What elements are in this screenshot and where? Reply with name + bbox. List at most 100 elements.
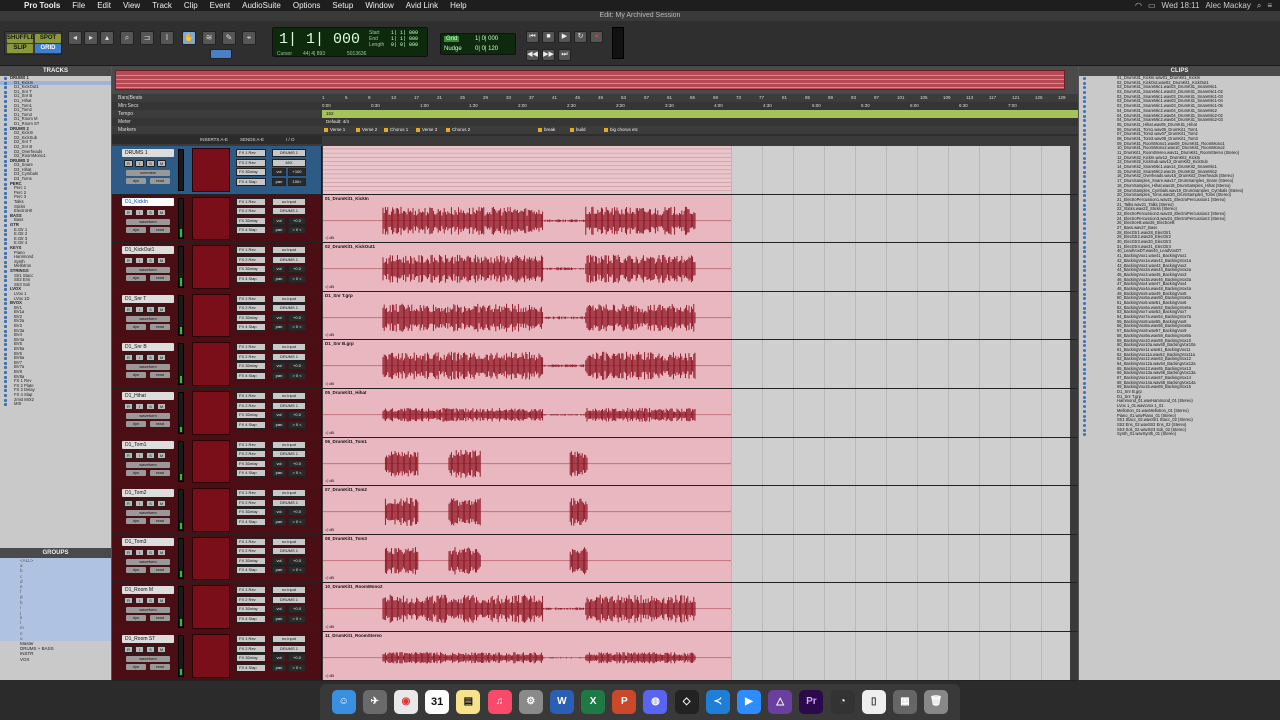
automation-mode-selector[interactable]: read — [150, 226, 170, 233]
track-view-selector[interactable]: waveform — [126, 558, 170, 565]
input-selector[interactable]: no input — [272, 392, 306, 400]
volume-value[interactable]: +0.0 — [288, 459, 306, 468]
search-icon[interactable]: ⌕ — [1257, 1, 1261, 11]
battery-icon[interactable]: ▭ — [1148, 1, 1156, 10]
pro-tools-icon[interactable]: △ — [768, 690, 793, 714]
inserts-slots[interactable] — [192, 293, 230, 338]
elastic-selector[interactable]: dyn — [126, 226, 146, 233]
input-selector[interactable]: DRUMS 1 — [272, 149, 306, 157]
send-slot[interactable]: FX 1 Rev — [236, 149, 266, 157]
volume-value[interactable]: +0.0 — [288, 411, 306, 419]
send-slot[interactable]: FX 4 Slap — [236, 371, 266, 380]
track-name[interactable]: D1_Hihat — [122, 392, 174, 400]
volume-value[interactable]: +0.0 — [288, 605, 306, 614]
menu-event[interactable]: Event — [204, 1, 236, 10]
launchpad-icon[interactable]: ✈ — [362, 690, 387, 714]
send-slot[interactable]: FX 1 Rev — [236, 635, 266, 643]
clip-list-item[interactable]: Synth_01.wavSynth_01 (Stereo) — [1079, 432, 1280, 437]
zoom-out-icon[interactable]: ◂ — [68, 31, 82, 45]
track-name[interactable]: D1_KickIn — [122, 197, 174, 206]
volume-value[interactable]: +100 — [288, 168, 306, 176]
elastic-selector[interactable]: dyn — [126, 518, 146, 525]
mute-button[interactable]: M — [157, 160, 166, 167]
volume-value[interactable]: +0.0 — [288, 362, 306, 371]
mode-shuffle[interactable]: SHUFFLE — [7, 34, 35, 43]
record-enable-button[interactable]: R — [124, 451, 133, 459]
track-list-item[interactable]: MIX — [0, 402, 111, 407]
elastic-selector[interactable]: dyn — [126, 178, 146, 184]
zoom-in-icon[interactable]: ▸ — [84, 31, 98, 45]
track-view-selector[interactable]: overview — [126, 170, 170, 176]
track-view-selector[interactable]: waveform — [126, 461, 170, 468]
solo-button[interactable]: S — [146, 257, 155, 265]
nudge-value[interactable]: 0| 0| 120 — [475, 46, 498, 52]
track-view-selector[interactable]: waveform — [126, 656, 170, 662]
record-enable-button[interactable]: R — [124, 208, 133, 216]
send-slot[interactable]: FX 3Delay — [236, 508, 266, 517]
send-slot[interactable]: FX 4 Slap — [236, 226, 266, 235]
calendar-icon[interactable]: 31 — [425, 690, 450, 714]
pan-value[interactable]: > 0 < — [288, 420, 306, 429]
track-name[interactable]: DRUMS 1 — [122, 149, 174, 157]
chrome-icon[interactable]: ◉ — [393, 690, 418, 714]
solo-button[interactable]: S — [146, 451, 155, 459]
send-slot[interactable]: FX 2 Rev — [236, 401, 266, 410]
pan-value[interactable]: > 0 < — [288, 274, 306, 283]
menu-track[interactable]: Track — [146, 1, 178, 10]
record-enable-button[interactable]: R — [124, 500, 133, 508]
input-monitor-button[interactable]: I — [135, 208, 144, 216]
send-slot[interactable]: FX 2 Rev — [236, 644, 266, 653]
volume-value[interactable]: +0.0 — [288, 265, 306, 274]
scrubber-tool-icon[interactable]: ≋ — [202, 31, 216, 45]
universe-overview[interactable] — [112, 66, 1078, 94]
marker[interactable]: Verse 3 — [416, 127, 437, 133]
menu-setup[interactable]: Setup — [326, 1, 359, 10]
input-monitor-button[interactable]: I — [135, 548, 144, 556]
meter-value[interactable]: Default: 4/4 — [326, 118, 349, 126]
send-slot[interactable]: FX 4 Slap — [236, 517, 266, 526]
volume-value[interactable]: +0.0 — [288, 556, 306, 565]
track-playlist[interactable]: 08_DrumKit1_Tom3 ◁ dB — [323, 534, 731, 583]
menu-file[interactable]: File — [66, 1, 91, 10]
send-slot[interactable]: FX 3Delay — [236, 605, 266, 614]
solo-button[interactable]: S — [146, 305, 155, 313]
solo-button[interactable]: S — [146, 208, 155, 216]
elastic-selector[interactable]: dyn — [126, 664, 146, 670]
track-view-selector[interactable]: waveform — [126, 413, 170, 419]
track-empty-area[interactable] — [731, 243, 1070, 291]
record-icon[interactable]: ● — [590, 31, 603, 43]
elastic-selector[interactable]: dyn — [126, 469, 146, 476]
bars-ruler[interactable]: Bars|Beats 1 5 9 13 17 21 25 29 33 37 41 45 49 53 57 61… — [112, 94, 1078, 102]
send-slot[interactable]: FX 1 Rev — [236, 294, 266, 303]
send-slot[interactable]: FX 2 Rev — [236, 595, 266, 604]
input-selector[interactable]: no input — [272, 197, 306, 206]
solo-button[interactable]: S — [146, 548, 155, 556]
track-empty-area[interactable] — [731, 534, 1070, 583]
menu-view[interactable]: View — [117, 1, 146, 10]
send-slot[interactable]: FX 4 Slap — [236, 420, 266, 429]
mode-spot[interactable]: SPOT — [35, 34, 61, 43]
menu-avid-link[interactable]: Avid Link — [400, 1, 444, 10]
track-empty-area[interactable] — [731, 291, 1070, 340]
record-enable-button[interactable]: R — [124, 354, 133, 362]
track-name[interactable]: D1_Tom3 — [122, 537, 174, 546]
document-icon[interactable]: ▯ — [861, 690, 886, 714]
track[interactable]: D1_Tom3 R I S Mwaveform dyn read FX 1 Rev FX 2 R… — [112, 534, 1078, 584]
input-selector[interactable]: no input — [272, 489, 306, 498]
record-enable-button[interactable]: R — [124, 160, 133, 167]
record-enable-button[interactable]: R — [124, 305, 133, 313]
track-name[interactable]: D1_Tom2 — [122, 489, 174, 498]
input-selector[interactable]: no input — [272, 635, 306, 643]
counter-length-value[interactable]: 0| 0| 000 — [391, 42, 418, 48]
vscode-icon[interactable]: ≺ — [705, 690, 730, 714]
send-slot[interactable]: FX 3Delay — [236, 265, 266, 274]
send-slot[interactable]: FX 2 Rev — [236, 498, 266, 507]
inserts-slots[interactable] — [192, 488, 230, 532]
track-name[interactable]: D1_Snr B — [122, 343, 174, 352]
track-playlist[interactable] — [323, 146, 731, 194]
input-selector[interactable]: no input — [272, 440, 306, 449]
track-name[interactable]: D1_Room M — [122, 586, 174, 595]
meter-ruler[interactable]: Meter Default: 4/4 — [112, 118, 1078, 126]
stop-icon[interactable]: ■ — [542, 31, 555, 43]
automation-mode-selector[interactable]: read — [150, 275, 170, 282]
